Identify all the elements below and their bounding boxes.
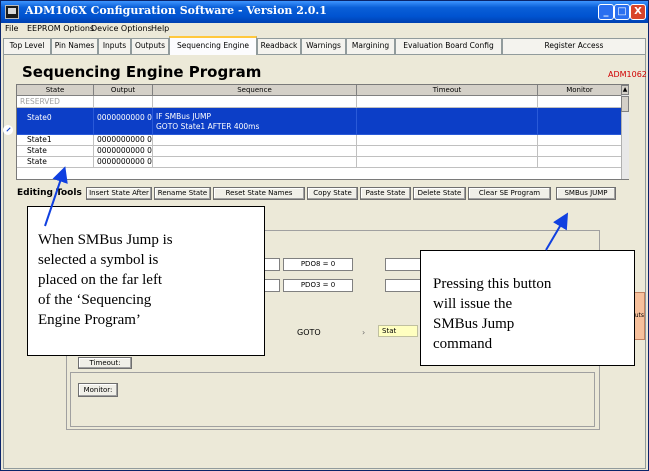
tab-sequencing-engine[interactable]: Sequencing Engine xyxy=(169,36,257,55)
menu-device-options[interactable]: Device Options xyxy=(91,24,152,33)
cell-state: State1 xyxy=(17,135,94,146)
clear-se-program-button[interactable]: Clear SE Program xyxy=(468,187,551,200)
minimize-button[interactable]: _ xyxy=(598,4,614,20)
column-header-monitor[interactable]: Monitor xyxy=(538,85,622,96)
callout-line: selected a symbol is xyxy=(38,252,159,268)
cell-output: 0000000000 00 xyxy=(94,108,153,135)
cell-monitor xyxy=(538,135,622,146)
tab-evaluation-board-config[interactable]: Evaluation Board Config xyxy=(395,38,502,54)
device-label: ADM1062 xyxy=(608,70,647,79)
column-header-output[interactable]: Output xyxy=(94,85,153,96)
cell-monitor xyxy=(538,146,622,157)
app-icon xyxy=(5,5,19,19)
tab-warnings[interactable]: Warnings xyxy=(301,38,346,54)
callout-smbus-jump-button: Pressing this button will issue the SMBu… xyxy=(420,250,635,366)
insert-state-after-button[interactable]: Insert State After xyxy=(86,187,152,200)
monitor-button[interactable]: Monitor: xyxy=(78,383,118,397)
cell-state: State xyxy=(17,146,94,157)
scroll-up-arrow-icon[interactable]: ▲ xyxy=(621,85,629,95)
cell-timeout xyxy=(357,146,538,157)
tab-inputs[interactable]: Inputs xyxy=(98,38,131,54)
callout-line: Engine Program’ xyxy=(38,312,141,328)
window-title: ADM106X Configuration Software - Version… xyxy=(25,4,327,17)
cell-state: State xyxy=(17,157,94,168)
menu-help[interactable]: Help xyxy=(151,24,169,33)
cell-timeout xyxy=(357,108,538,135)
scrollbar-thumb[interactable] xyxy=(621,96,629,112)
monitor-group xyxy=(70,372,595,427)
pdo-field[interactable]: PDO3 = 0 xyxy=(283,279,353,292)
tab-top-level[interactable]: Top Level xyxy=(3,38,51,54)
cell-sequence: IF SMBus JUMP GOTO State1 AFTER 400ms xyxy=(153,108,357,135)
cell-sequence xyxy=(153,96,357,108)
tab-bar: Top Level Pin Names Inputs Outputs Seque… xyxy=(1,36,648,55)
tab-outputs[interactable]: Outputs xyxy=(131,38,169,54)
title-bar[interactable]: ADM106X Configuration Software - Version… xyxy=(1,1,648,23)
cell-timeout xyxy=(357,157,538,168)
pdo-field-right[interactable] xyxy=(385,279,425,292)
cell-state: RESERVED xyxy=(17,96,94,108)
pdo-field-right[interactable] xyxy=(385,258,425,271)
sequence-line-2: GOTO State1 AFTER 400ms xyxy=(156,122,260,131)
maximize-button[interactable]: □ xyxy=(614,4,630,20)
menu-file[interactable]: File xyxy=(5,24,18,33)
goto-target-select[interactable]: Stat xyxy=(378,325,418,337)
page-title: Sequencing Engine Program xyxy=(22,63,262,81)
cell-output: 0000000000 00 xyxy=(94,157,153,168)
paste-state-button[interactable]: Paste State xyxy=(360,187,411,200)
callout-line: When SMBus Jump is xyxy=(38,232,173,248)
callout-line: Pressing this button xyxy=(433,276,552,292)
callout-smbus-jump-symbol: When SMBus Jump is selected a symbol is … xyxy=(27,206,265,356)
cell-timeout xyxy=(357,96,538,108)
editing-tools-label: Editing Tools xyxy=(17,188,82,198)
tab-pin-names[interactable]: Pin Names xyxy=(51,38,98,54)
goto-label: GOTO xyxy=(297,328,321,337)
cell-output: 0000000000 00 xyxy=(94,135,153,146)
callout-line: SMBus Jump xyxy=(433,316,515,332)
close-button[interactable]: X xyxy=(630,4,646,20)
menu-eeprom-options[interactable]: EEPROM Options xyxy=(27,24,94,33)
column-header-sequence[interactable]: Sequence xyxy=(153,85,357,96)
callout-line: will issue the xyxy=(433,296,513,312)
sequence-line-1: IF SMBus JUMP xyxy=(156,112,212,121)
cell-monitor xyxy=(538,96,622,108)
rename-state-button[interactable]: Rename State xyxy=(154,187,211,200)
cell-output: 0000000000 00 xyxy=(94,146,153,157)
delete-state-button[interactable]: Delete State xyxy=(413,187,466,200)
callout-line: of the ‘Sequencing xyxy=(38,292,152,308)
reset-state-names-button[interactable]: Reset State Names xyxy=(213,187,305,200)
cell-timeout xyxy=(357,135,538,146)
cell-output xyxy=(94,96,153,108)
cell-state: State0 xyxy=(17,108,94,135)
cell-monitor xyxy=(538,108,622,135)
cell-sequence xyxy=(153,135,357,146)
goto-arrow-icon: › xyxy=(362,328,366,337)
menu-bar: File EEPROM Options Device Options Help xyxy=(1,23,648,36)
pdo-field[interactable]: PDO8 = 0 xyxy=(283,258,353,271)
timeout-button[interactable]: Timeout: xyxy=(78,357,132,369)
tab-readback[interactable]: Readback xyxy=(257,38,301,54)
copy-state-button[interactable]: Copy State xyxy=(307,187,358,200)
column-header-state[interactable]: State xyxy=(17,85,94,96)
column-header-timeout[interactable]: Timeout xyxy=(357,85,538,96)
cell-sequence xyxy=(153,146,357,157)
smbus-jump-button[interactable]: SMBus JUMP xyxy=(556,187,616,200)
sequencing-table: State Output Sequence Timeout Monitor RE… xyxy=(16,84,629,180)
cell-monitor xyxy=(538,157,622,168)
tab-register-access[interactable]: Register Access xyxy=(502,38,646,54)
smbus-jump-symbol-icon xyxy=(3,125,13,135)
callout-line: placed on the far left xyxy=(38,272,163,288)
callout-line: command xyxy=(433,336,493,352)
cell-sequence xyxy=(153,157,357,168)
tab-margining[interactable]: Margining xyxy=(346,38,395,54)
